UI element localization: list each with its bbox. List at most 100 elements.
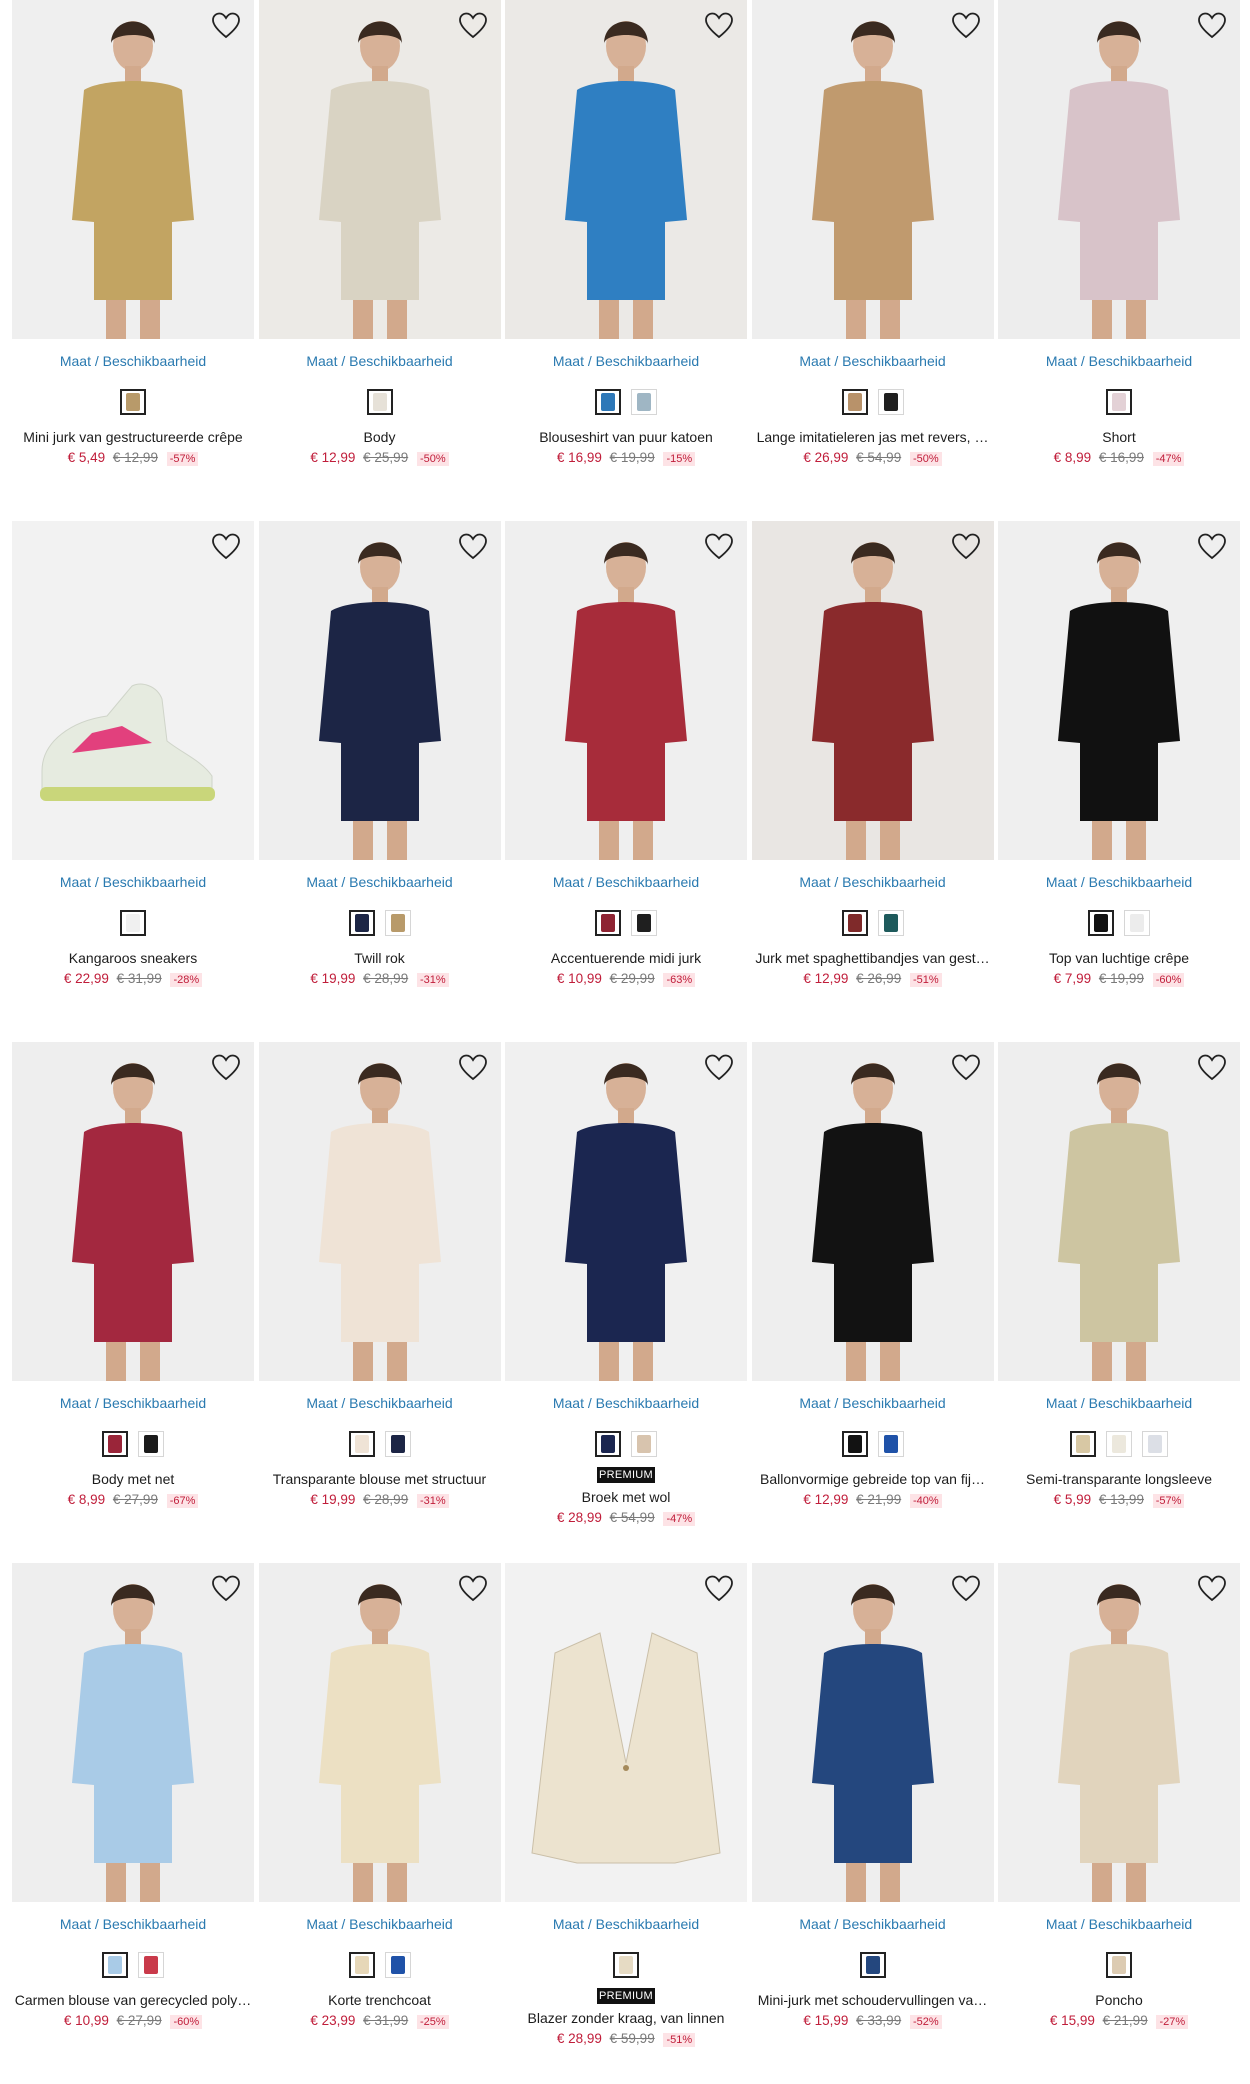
size-availability-link[interactable]: Maat / Beschikbaarheid xyxy=(752,353,994,371)
product-image[interactable] xyxy=(998,521,1240,860)
product-card[interactable]: Maat / Beschikbaarheid Short € 8,99 € 16… xyxy=(998,0,1240,521)
size-availability-link[interactable]: Maat / Beschikbaarheid xyxy=(259,1916,501,1934)
size-availability-link[interactable]: Maat / Beschikbaarheid xyxy=(505,1916,747,1934)
product-card[interactable]: Maat / Beschikbaarheid Body € 12,99 € 25… xyxy=(258,0,501,521)
product-image[interactable] xyxy=(258,521,501,860)
color-swatch[interactable] xyxy=(138,1431,164,1457)
color-swatch[interactable] xyxy=(841,1431,868,1457)
product-card[interactable]: Maat / Beschikbaarheid Accentuerende mid… xyxy=(505,521,747,1042)
color-swatch[interactable] xyxy=(384,1431,411,1457)
product-card[interactable]: Maat / Beschikbaarheid Twill rok € 19,99… xyxy=(258,521,501,1042)
size-availability-link[interactable]: Maat / Beschikbaarheid xyxy=(259,1395,501,1413)
product-name[interactable]: Lange imitatieleren jas met revers, … xyxy=(752,429,994,447)
product-name[interactable]: Kangaroos sneakers xyxy=(12,950,254,968)
product-card[interactable]: Maat / Beschikbaarheid Jurk met spaghett… xyxy=(751,521,994,1042)
product-image[interactable] xyxy=(751,1042,994,1381)
product-image[interactable] xyxy=(751,1563,994,1902)
size-availability-link[interactable]: Maat / Beschikbaarheid xyxy=(505,1395,747,1413)
product-card[interactable]: Maat / Beschikbaarheid Ballonvormige geb… xyxy=(751,1042,994,1563)
size-availability-link[interactable]: Maat / Beschikbaarheid xyxy=(752,1916,994,1934)
size-availability-link[interactable]: Maat / Beschikbaarheid xyxy=(752,874,994,892)
color-swatch[interactable] xyxy=(631,1431,657,1457)
product-image[interactable] xyxy=(505,1042,747,1381)
size-availability-link[interactable]: Maat / Beschikbaarheid xyxy=(998,1395,1240,1413)
size-availability-link[interactable]: Maat / Beschikbaarheid xyxy=(505,874,747,892)
product-name[interactable]: Mini jurk van gestructureerde crêpe xyxy=(12,429,254,447)
product-card[interactable]: Maat / Beschikbaarheid Blouseshirt van p… xyxy=(505,0,747,521)
color-swatch[interactable] xyxy=(631,910,657,936)
product-name[interactable]: Ballonvormige gebreide top van fij… xyxy=(752,1471,994,1489)
color-swatch[interactable] xyxy=(120,910,146,936)
product-name[interactable]: Short xyxy=(998,429,1240,447)
size-availability-link[interactable]: Maat / Beschikbaarheid xyxy=(998,1916,1240,1934)
product-name[interactable]: Broek met wol xyxy=(505,1489,747,1507)
color-swatch[interactable] xyxy=(384,1952,411,1978)
color-swatch[interactable] xyxy=(348,910,375,936)
product-card[interactable]: Maat / Beschikbaarheid Poncho € 15,99 € … xyxy=(998,1563,1240,2084)
product-image[interactable] xyxy=(12,521,254,860)
color-swatch[interactable] xyxy=(841,389,868,415)
product-image[interactable] xyxy=(258,1563,501,1902)
color-swatch[interactable] xyxy=(348,1431,375,1457)
product-name[interactable]: Blazer zonder kraag, van linnen xyxy=(505,2010,747,2028)
product-name[interactable]: Mini-jurk met schoudervullingen va… xyxy=(752,1992,994,2010)
product-card[interactable]: Maat / Beschikbaarheid PREMIUM Broek met… xyxy=(505,1042,747,1563)
color-swatch[interactable] xyxy=(877,389,904,415)
color-swatch[interactable] xyxy=(348,1952,375,1978)
color-swatch[interactable] xyxy=(595,910,621,936)
product-card[interactable]: Maat / Beschikbaarheid Top van luchtige … xyxy=(998,521,1240,1042)
product-image[interactable] xyxy=(12,1563,254,1902)
color-swatch[interactable] xyxy=(1124,910,1150,936)
product-card[interactable]: Maat / Beschikbaarheid Body met net € 8,… xyxy=(12,1042,254,1563)
size-availability-link[interactable]: Maat / Beschikbaarheid xyxy=(12,874,254,892)
product-image[interactable] xyxy=(505,521,747,860)
product-image[interactable] xyxy=(12,0,254,339)
product-name[interactable]: Body xyxy=(259,429,501,447)
size-availability-link[interactable]: Maat / Beschikbaarheid xyxy=(12,1916,254,1934)
color-swatch[interactable] xyxy=(1070,1431,1096,1457)
size-availability-link[interactable]: Maat / Beschikbaarheid xyxy=(998,353,1240,371)
product-card[interactable]: Maat / Beschikbaarheid Lange imitatieler… xyxy=(751,0,994,521)
product-card[interactable]: Maat / Beschikbaarheid Kangaroos sneaker… xyxy=(12,521,254,1042)
color-swatch[interactable] xyxy=(841,910,868,936)
product-name[interactable]: Semi-transparante longsleeve xyxy=(998,1471,1240,1489)
color-swatch[interactable] xyxy=(631,389,657,415)
color-swatch[interactable] xyxy=(1142,1431,1168,1457)
product-card[interactable]: Maat / Beschikbaarheid Mini-jurk met sch… xyxy=(751,1563,994,2084)
color-swatch[interactable] xyxy=(138,1952,164,1978)
color-swatch[interactable] xyxy=(1106,389,1132,415)
color-swatch[interactable] xyxy=(120,389,146,415)
color-swatch[interactable] xyxy=(595,1431,621,1457)
color-swatch[interactable] xyxy=(102,1952,128,1978)
size-availability-link[interactable]: Maat / Beschikbaarheid xyxy=(12,353,254,371)
product-name[interactable]: Accentuerende midi jurk xyxy=(505,950,747,968)
product-card[interactable]: Maat / Beschikbaarheid Semi-transparante… xyxy=(998,1042,1240,1563)
color-swatch[interactable] xyxy=(1106,1952,1132,1978)
product-name[interactable]: Twill rok xyxy=(259,950,501,968)
color-swatch[interactable] xyxy=(859,1952,886,1978)
product-image[interactable] xyxy=(998,1042,1240,1381)
color-swatch[interactable] xyxy=(366,389,393,415)
color-swatch[interactable] xyxy=(613,1952,639,1978)
color-swatch[interactable] xyxy=(1088,910,1114,936)
product-name[interactable]: Jurk met spaghettibandjes van gest… xyxy=(752,950,994,968)
product-image[interactable] xyxy=(998,0,1240,339)
color-swatch[interactable] xyxy=(877,910,904,936)
size-availability-link[interactable]: Maat / Beschikbaarheid xyxy=(259,353,501,371)
size-availability-link[interactable]: Maat / Beschikbaarheid xyxy=(752,1395,994,1413)
product-name[interactable]: Carmen blouse van gerecycled poly… xyxy=(12,1992,254,2010)
size-availability-link[interactable]: Maat / Beschikbaarheid xyxy=(259,874,501,892)
color-swatch[interactable] xyxy=(102,1431,128,1457)
product-image[interactable] xyxy=(12,1042,254,1381)
size-availability-link[interactable]: Maat / Beschikbaarheid xyxy=(505,353,747,371)
product-card[interactable]: Maat / Beschikbaarheid Korte trenchcoat … xyxy=(258,1563,501,2084)
product-image[interactable] xyxy=(751,0,994,339)
product-card[interactable]: Maat / Beschikbaarheid Carmen blouse van… xyxy=(12,1563,254,2084)
size-availability-link[interactable]: Maat / Beschikbaarheid xyxy=(998,874,1240,892)
product-image[interactable] xyxy=(505,1563,747,1902)
product-name[interactable]: Blouseshirt van puur katoen xyxy=(505,429,747,447)
product-card[interactable]: Maat / Beschikbaarheid Mini jurk van ges… xyxy=(12,0,254,521)
product-name[interactable]: Transparante blouse met structuur xyxy=(259,1471,501,1489)
product-name[interactable]: Body met net xyxy=(12,1471,254,1489)
product-image[interactable] xyxy=(258,0,501,339)
